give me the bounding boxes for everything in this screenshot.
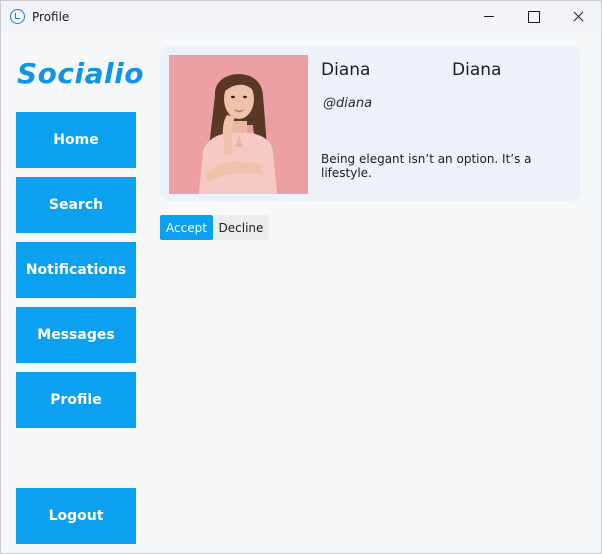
profile-card: Diana Diana @diana Being elegant isn’t a… (160, 46, 580, 201)
window-title: Profile (32, 10, 70, 24)
accept-button[interactable]: Accept (160, 215, 213, 240)
app-logo-icon (10, 9, 25, 24)
app-window: Profile Socialio Home Search Notificatio… (0, 0, 602, 554)
logout-button[interactable]: Logout (16, 488, 136, 544)
maximize-icon[interactable] (510, 1, 556, 32)
profile-last-name: Diana (452, 60, 502, 80)
profile-photo (169, 55, 308, 194)
app-logo: Socialio (17, 57, 144, 90)
close-icon[interactable] (555, 1, 601, 32)
profile-handle: @diana (323, 96, 373, 111)
notifications-button[interactable]: Notifications (16, 242, 136, 298)
title-bar[interactable]: Profile (1, 1, 601, 32)
profile-button[interactable]: Profile (16, 372, 136, 428)
minimize-icon[interactable] (466, 1, 512, 32)
profile-bio: Being elegant isn’t an option. It’s a li… (321, 152, 532, 180)
profile-first-name: Diana (321, 60, 371, 80)
messages-button[interactable]: Messages (16, 307, 136, 363)
decline-button[interactable]: Decline (213, 215, 269, 240)
home-button[interactable]: Home (16, 112, 136, 168)
search-button[interactable]: Search (16, 177, 136, 233)
